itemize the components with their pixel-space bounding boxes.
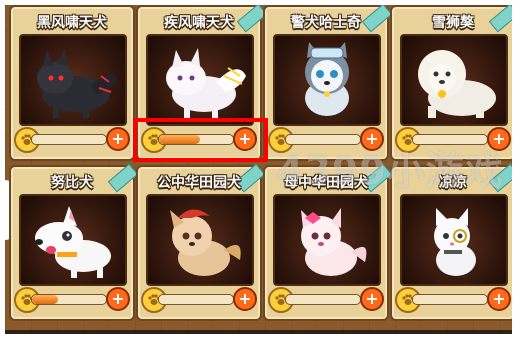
snow-lion-mastiff-icon [400, 34, 508, 126]
add-button[interactable]: + [233, 287, 257, 311]
pet-name: 公中华田园犬 [157, 175, 241, 191]
pet-card-black-wolf[interactable]: 黑风啸天犬 + [9, 5, 135, 161]
white-cat-icon [400, 194, 508, 286]
pet-name: 雪狮獒 [432, 15, 474, 31]
add-button[interactable]: + [106, 287, 130, 311]
female-chinese-dog-icon [273, 194, 381, 286]
pet-card-husky[interactable]: 警犬哈士奇 + [263, 5, 393, 161]
pet-card-bull-terrier[interactable]: 努比犬 + [9, 163, 139, 321]
pet-name: 警犬哈士奇 [291, 15, 361, 31]
add-button[interactable]: + [487, 287, 511, 311]
add-button[interactable]: + [360, 287, 384, 311]
watermark: 4399小游戏 [277, 149, 504, 193]
add-button[interactable]: + [106, 127, 130, 151]
growth-progress-bar [31, 134, 107, 145]
pet-card-male-chinese-dog[interactable]: 公中华田园犬 + [136, 163, 266, 321]
black-wolf-dog-icon [19, 34, 127, 126]
bull-terrier-dog-icon [19, 194, 127, 286]
growth-progress-bar [285, 294, 361, 305]
growth-progress-bar [158, 294, 234, 305]
growth-progress-bar [412, 294, 488, 305]
male-chinese-dog-icon [146, 194, 254, 286]
growth-progress-bar [31, 294, 107, 305]
pet-name: 疾风啸天犬 [164, 15, 234, 31]
pet-panel: 黑风啸天犬 + 疾风啸天犬 + 警犬哈士奇 + 雪狮獒 + 努比犬 + 公中华田… [5, 5, 512, 334]
highlight-box [133, 118, 268, 162]
white-wolf-dog-icon [146, 34, 254, 126]
husky-dog-icon [273, 34, 381, 126]
pet-name: 努比犬 [51, 175, 93, 191]
pet-name: 黑风啸天犬 [37, 15, 107, 31]
pet-card-snow-lion[interactable]: 雪狮獒 + [390, 5, 512, 161]
